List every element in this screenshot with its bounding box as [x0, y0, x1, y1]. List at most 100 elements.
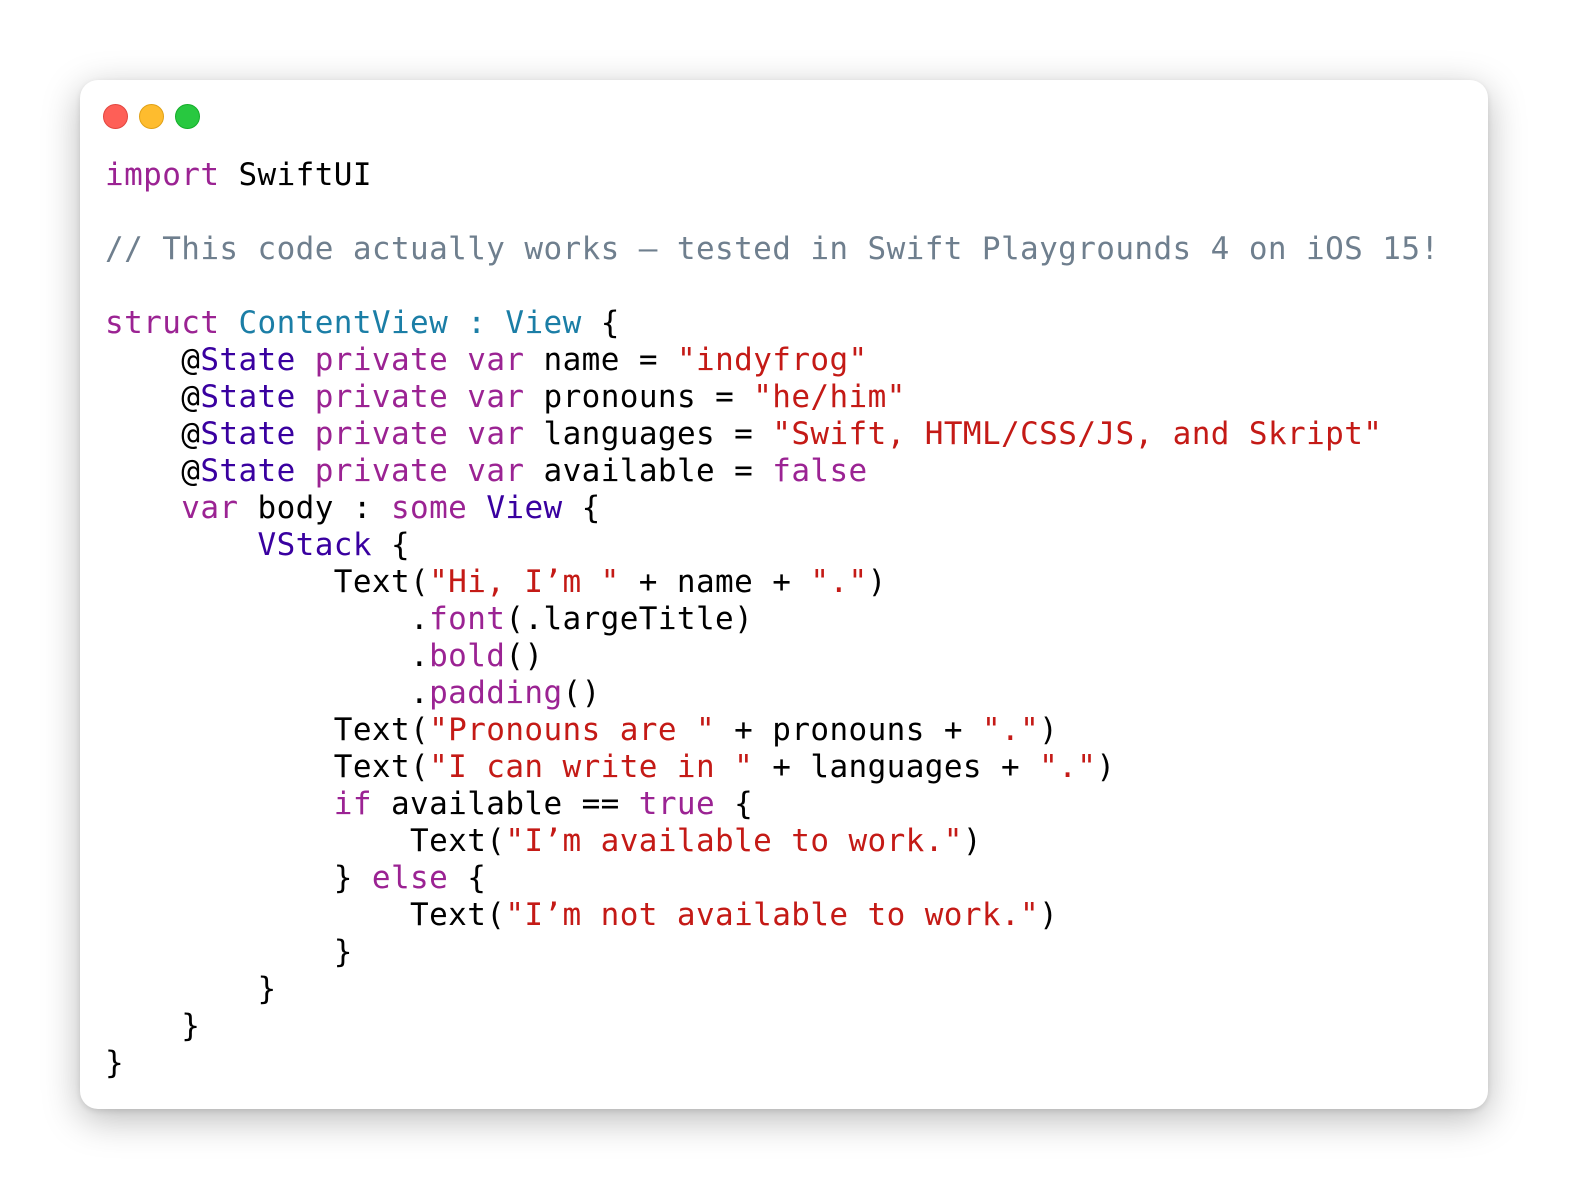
code-line: Text("I’m available to work.")	[105, 823, 1439, 860]
keyword: import	[105, 157, 220, 193]
code-line: .bold()	[105, 638, 1439, 675]
string-literal: "Hi, I’m "	[429, 564, 620, 600]
code-text: .	[105, 638, 430, 674]
string-literal: "."	[1039, 749, 1097, 785]
code-line: import SwiftUI	[105, 157, 1439, 194]
code-text: @	[105, 342, 201, 378]
code-text: Text(	[105, 749, 430, 785]
code-text: )	[867, 564, 887, 600]
code-line: if available == true {	[105, 786, 1439, 823]
string-literal: "."	[981, 712, 1040, 748]
keyword: var	[467, 416, 525, 452]
keyword: private	[314, 379, 449, 415]
code-text: .	[105, 601, 430, 637]
code-text: Text(	[105, 897, 506, 933]
code-line: }	[105, 1008, 1439, 1045]
string-literal: "he/him"	[753, 379, 906, 415]
code-text: @	[105, 416, 201, 452]
declared-type: :	[448, 305, 506, 341]
code-line: struct ContentView : View {	[105, 305, 1439, 342]
code-text: available ==	[371, 786, 639, 822]
code-line: .padding()	[105, 675, 1439, 712]
keyword: true	[638, 786, 716, 822]
code-text: body :	[238, 490, 391, 526]
code-line: ​	[105, 194, 1439, 231]
keyword: var	[467, 342, 525, 378]
string-literal: "Pronouns are "	[429, 712, 716, 748]
zoom-button[interactable]	[175, 104, 200, 129]
string-literal: "indyfrog"	[676, 342, 868, 378]
code-line: }	[105, 1045, 1439, 1082]
code-line: @State private var languages = "Swift, H…	[105, 416, 1439, 453]
type: State	[200, 416, 296, 452]
code-line: } else {	[105, 860, 1439, 897]
code-line: Text("Pronouns are " + pronouns + ".")	[105, 712, 1439, 749]
code-window: import SwiftUI​// This code actually wor…	[80, 80, 1488, 1109]
keyword: if	[333, 786, 372, 822]
keyword: bold	[429, 638, 506, 674]
string-literal: "I’m not available to work."	[505, 897, 1040, 933]
minimize-button[interactable]	[139, 104, 164, 129]
code-text: )	[962, 823, 982, 859]
code-line: var body : some View {	[105, 490, 1439, 527]
keyword: else	[371, 860, 449, 896]
code-text: SwiftUI	[219, 157, 372, 193]
code-text: @	[105, 453, 201, 489]
code-text: ()	[562, 675, 601, 711]
type: State	[200, 342, 296, 378]
code-text: {	[371, 527, 411, 563]
code-text: ()	[505, 638, 544, 674]
keyword: private	[314, 416, 449, 452]
code-text: {	[715, 786, 754, 822]
code-text: }	[105, 860, 372, 896]
code-text: }	[105, 971, 277, 1007]
keyword: false	[772, 453, 868, 489]
keyword: struct	[105, 305, 220, 341]
code-text: {	[562, 490, 601, 526]
string-literal: "I can write in "	[429, 749, 754, 785]
code-text: pronouns =	[524, 379, 754, 415]
keyword: var	[467, 379, 525, 415]
keyword: private	[314, 342, 449, 378]
close-button[interactable]	[103, 104, 128, 129]
code-line: @State private var available = false	[105, 453, 1439, 490]
keyword: private	[314, 453, 449, 489]
code-line: @State private var name = "indyfrog"	[105, 342, 1439, 379]
code-text: }	[105, 934, 353, 970]
code-text: }	[105, 1045, 125, 1081]
code-text: Text(	[105, 564, 430, 600]
code-line: Text("I’m not available to work.")	[105, 897, 1439, 934]
code-text: @	[105, 379, 201, 415]
code-text: (.largeTitle)	[505, 601, 754, 637]
type: VStack	[257, 527, 372, 563]
code-text: .	[105, 675, 430, 711]
code-line: VStack {	[105, 527, 1439, 564]
code-text: Text(	[105, 823, 506, 859]
code-text: + pronouns +	[715, 712, 982, 748]
type: State	[200, 379, 296, 415]
code-text: + languages +	[753, 749, 1040, 785]
keyword: var	[467, 453, 525, 489]
code-text: )	[1039, 712, 1059, 748]
code-block: import SwiftUI​// This code actually wor…	[105, 157, 1439, 1082]
code-line: @State private var pronouns = "he/him"	[105, 379, 1439, 416]
code-text: )	[1096, 749, 1116, 785]
declared-type: ContentView	[238, 305, 449, 341]
code-line: Text("Hi, I’m " + name + ".")	[105, 564, 1439, 601]
type: View	[486, 490, 563, 526]
code-line: // This code actually works – tested in …	[105, 231, 1439, 268]
keyword: font	[429, 601, 506, 637]
code-text: name =	[524, 342, 677, 378]
code-text: languages =	[524, 416, 773, 452]
declared-type: View	[505, 305, 582, 341]
comment: // This code actually works – tested in …	[105, 231, 1440, 267]
code-line: .font(.largeTitle)	[105, 601, 1439, 638]
